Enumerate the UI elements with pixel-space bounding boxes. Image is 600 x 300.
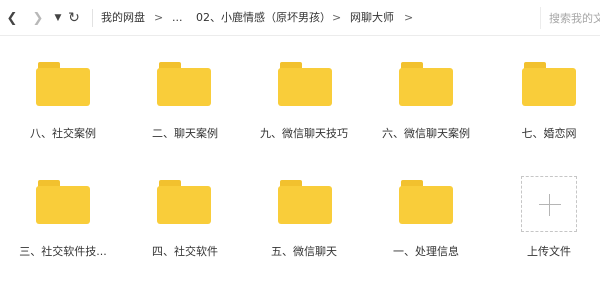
folder-label: 二、聊天案例 xyxy=(152,127,218,140)
folder-item[interactable]: 五、微信聊天 xyxy=(242,180,352,280)
folder-item[interactable]: 二、聊天案例 xyxy=(121,62,231,162)
folder-label: 九、微信聊天技巧 xyxy=(260,127,348,140)
folder-item[interactable]: 四、社交软件 xyxy=(121,180,231,280)
folder-icon xyxy=(36,62,90,106)
chevron-left-icon[interactable]: ❮ xyxy=(4,9,20,27)
breadcrumb-item-current[interactable]: 网聊大师 xyxy=(350,10,394,26)
breadcrumb-item-my-drive[interactable]: 我的网盘 xyxy=(101,10,145,26)
breadcrumb-item-ellipsis[interactable]: ... xyxy=(172,10,183,26)
folder-item[interactable]: 一、处理信息 xyxy=(363,180,473,280)
folder-label: 七、婚恋网 xyxy=(521,127,577,140)
toolbar: ❮ ❯ ▼ ↻ 我的网盘 > ... 02、小鹿情感（原坏男孩） > 网聊大师 … xyxy=(0,0,600,36)
folder-label: 四、社交软件 xyxy=(152,245,218,258)
chevron-right-icon[interactable]: ❯ xyxy=(30,9,46,27)
upload-item[interactable]: 上传文件 xyxy=(484,176,594,276)
folder-item[interactable]: 九、微信聊天技巧 xyxy=(242,62,352,162)
folder-icon xyxy=(399,62,453,106)
refresh-icon[interactable]: ↻ xyxy=(66,9,82,27)
folder-label: 三、社交软件技... xyxy=(19,245,107,258)
folder-item[interactable]: 八、社交案例 xyxy=(0,62,110,162)
plus-icon xyxy=(539,204,561,205)
folder-icon xyxy=(278,180,332,224)
folder-icon xyxy=(36,180,90,224)
folder-icon xyxy=(399,180,453,224)
breadcrumb-item-folder[interactable]: 02、小鹿情感（原坏男孩） xyxy=(196,10,331,26)
folder-label: 六、微信聊天案例 xyxy=(382,127,470,140)
caret-down-icon[interactable]: ▼ xyxy=(50,9,66,27)
folder-item[interactable]: 六、微信聊天案例 xyxy=(363,62,473,162)
folder-icon xyxy=(157,180,211,224)
folder-icon xyxy=(522,62,576,106)
search-input[interactable] xyxy=(549,11,600,25)
folder-label: 五、微信聊天 xyxy=(271,245,337,258)
breadcrumb-separator: > xyxy=(154,11,164,24)
breadcrumb-separator: > xyxy=(332,11,342,24)
folder-icon xyxy=(278,62,332,106)
toolbar-divider xyxy=(92,9,93,27)
folder-item[interactable]: 三、社交软件技... xyxy=(0,180,110,280)
breadcrumb-separator: > xyxy=(404,11,414,24)
folder-item[interactable]: 七、婚恋网 xyxy=(484,62,594,162)
folder-label: 一、处理信息 xyxy=(393,245,459,258)
search-box xyxy=(540,7,600,29)
upload-label: 上传文件 xyxy=(527,245,571,258)
upload-button[interactable] xyxy=(521,176,577,232)
folder-icon xyxy=(157,62,211,106)
folder-label: 八、社交案例 xyxy=(30,127,96,140)
